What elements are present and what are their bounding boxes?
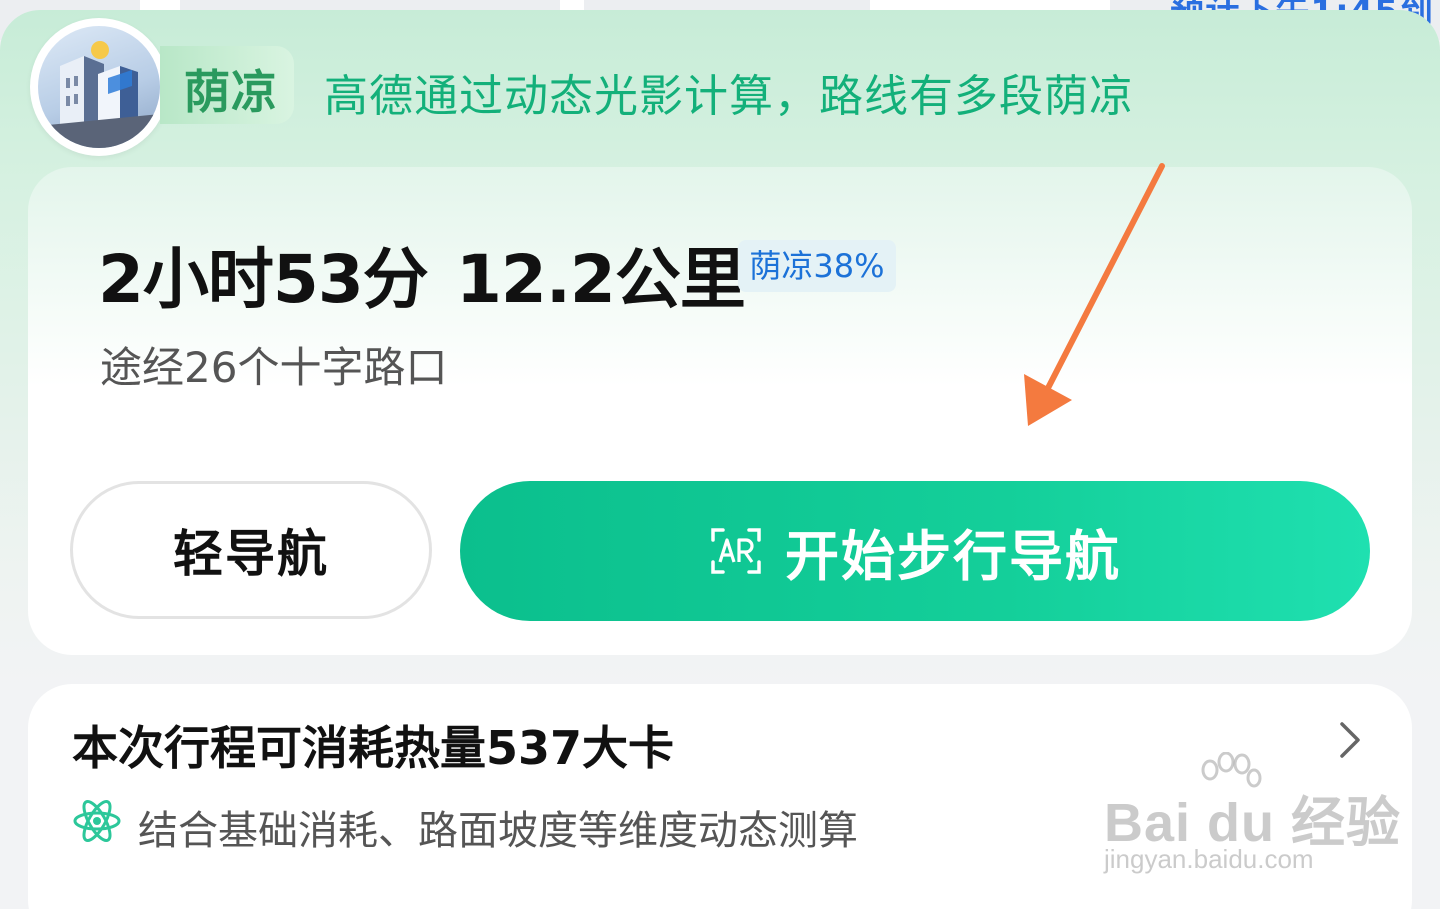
avatar — [30, 18, 168, 156]
light-navigation-button[interactable]: 轻导航 — [70, 481, 432, 619]
atom-icon — [73, 800, 121, 842]
start-walking-navigation-label: 开始步行导航 — [785, 524, 1121, 588]
shade-description: 高德通过动态光影计算，路线有多段荫凉 — [324, 71, 1134, 122]
annotation-arrow-icon — [1024, 163, 1165, 426]
watermark-url: jingyan.baidu.com — [1104, 844, 1314, 874]
calorie-description: 结合基础消耗、路面坡度等维度动态测算 — [138, 808, 858, 854]
shade-percentage-badge: 荫凉38% — [738, 240, 896, 292]
route-distance: 12.2公里 — [456, 241, 746, 318]
intersection-count: 途经26个十字路口 — [100, 343, 448, 392]
shade-tag-label: 荫凉 — [184, 65, 278, 119]
ar-icon — [711, 528, 761, 574]
route-duration: 2小时53分 — [98, 241, 429, 318]
calorie-title: 本次行程可消耗热量537大卡 — [72, 721, 675, 775]
start-walking-navigation-button[interactable]: 开始步行导航 — [460, 481, 1370, 621]
building-shade-icon — [38, 26, 160, 148]
chevron-right-icon[interactable] — [1330, 718, 1370, 762]
light-navigation-label: 轻导航 — [173, 525, 329, 583]
